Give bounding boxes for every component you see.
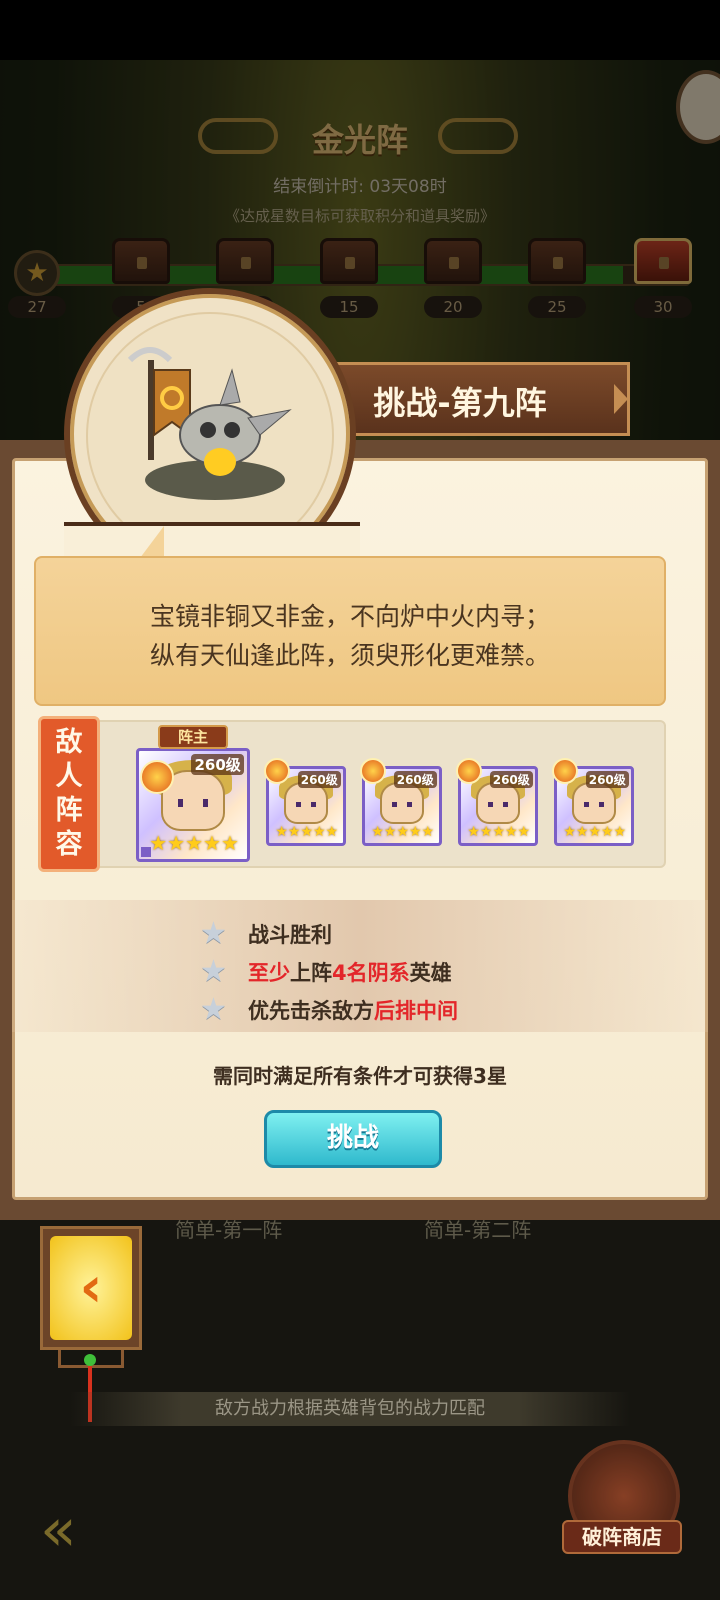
condition-part-highlight: 后排中间 <box>374 999 458 1023</box>
hero-level: 260级 <box>585 771 629 789</box>
condition-part-highlight: 至少 <box>248 961 290 985</box>
faction-medal-icon <box>552 758 578 784</box>
condition-row: ★ 至少上阵4名阴系英雄 <box>200 956 452 988</box>
hero-eyes <box>487 801 509 808</box>
hero-eyes <box>583 801 605 808</box>
star-icon: ★ <box>200 916 227 951</box>
shop-button[interactable]: 破阵商店 <box>562 1520 682 1554</box>
back-arrow-icon: ‹ <box>79 1255 103 1320</box>
lantern-bead <box>84 1354 96 1366</box>
leader-tag: 阵主 <box>158 725 228 749</box>
challenge-title: 挑战-第九阵 <box>373 384 547 422</box>
star-icon: ★ <box>200 992 227 1027</box>
faction-medal-icon <box>264 758 290 784</box>
hero-level: 260级 <box>489 771 533 789</box>
skull-banner-icon <box>127 347 292 500</box>
rarity-corner-icon <box>141 846 152 857</box>
chevron-left-icon[interactable]: « <box>40 1500 100 1560</box>
game-screen: 金光阵 结束倒计时: 03天08时 《达成星数目标可获取积分和道具奖励》 ★ 2… <box>0 0 720 1600</box>
hero-stars: ★★★★★ <box>275 824 339 841</box>
hero-level: 260级 <box>191 754 244 776</box>
hero-level: 260级 <box>297 771 341 789</box>
power-match-info: 敌方战力根据英雄背包的战力匹配 <box>70 1392 630 1426</box>
tag-char: 敌 <box>55 727 83 758</box>
star-icon: ★ <box>200 954 227 989</box>
hero-stars: ★★★★★ <box>563 824 627 841</box>
tag-char: 阵 <box>55 795 83 826</box>
faction-medal-icon <box>360 758 386 784</box>
condition-row: ★ 战斗胜利 <box>200 918 332 950</box>
enemy-lineup-label: 敌 人 阵 容 <box>38 726 100 862</box>
hero-eyes <box>295 801 317 808</box>
faction-medal-icon <box>456 758 482 784</box>
tag-char: 人 <box>55 761 83 792</box>
hero-stars: ★★★★★ <box>149 830 239 855</box>
tag-char: 容 <box>55 829 83 860</box>
condition-part: 上阵 <box>290 961 332 985</box>
condition-part: 战斗胜利 <box>248 923 332 947</box>
condition-text: 至少上阵4名阴系英雄 <box>248 957 452 987</box>
condition-text: 优先击杀敌方后排中间 <box>248 995 458 1025</box>
hero-eyes <box>177 798 209 808</box>
faction-medal-icon <box>140 760 174 794</box>
condition-row: ★ 优先击杀敌方后排中间 <box>200 994 458 1026</box>
hero-eyes <box>391 801 413 808</box>
emblem-divider <box>64 522 360 526</box>
condition-part: 优先击杀敌方 <box>248 999 374 1023</box>
challenge-button[interactable]: 挑战 <box>264 1110 442 1168</box>
hero-level: 260级 <box>393 771 437 789</box>
condition-part: 英雄 <box>409 961 452 985</box>
condition-text: 战斗胜利 <box>248 919 332 949</box>
poem-line: 宝镜非铜又非金，不向炉中火内寻； <box>149 602 550 631</box>
hero-stars: ★★★★★ <box>467 824 531 841</box>
three-star-requirement: 需同时满足所有条件才可获得3星 <box>213 1064 507 1088</box>
condition-part-highlight: 4名阴系 <box>332 961 410 985</box>
poem-line: 纵有天仙逢此阵，须臾形化更难禁。 <box>149 641 550 670</box>
hero-stars: ★★★★★ <box>371 824 435 841</box>
